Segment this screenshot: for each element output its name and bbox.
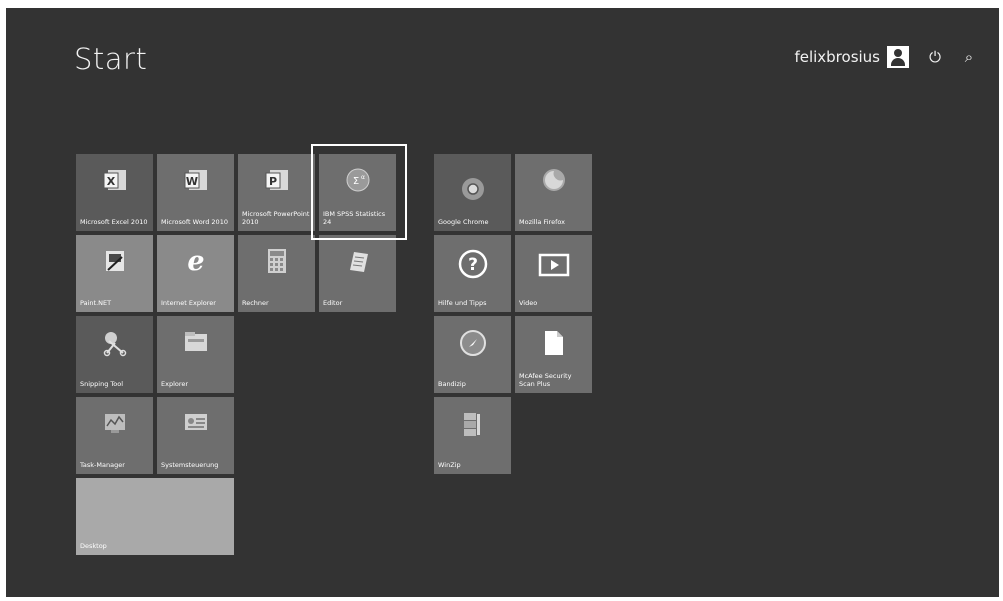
video-icon: [538, 253, 569, 277]
tile-label: Desktop: [80, 541, 107, 550]
tile-label: Microsoft Excel 2010: [80, 217, 148, 226]
mcafee-icon: [544, 331, 563, 355]
chrome-icon: [461, 178, 484, 200]
tile-label: Bandizip: [438, 379, 466, 388]
firefox-icon: [542, 169, 565, 191]
control-panel-icon: [184, 414, 207, 430]
excel-icon: X: [103, 170, 126, 190]
help-icon: ?: [458, 249, 487, 279]
tile-ie[interactable]: e Internet Explorer: [157, 235, 234, 312]
tile-video[interactable]: Video: [515, 235, 592, 312]
tile-firefox[interactable]: Mozilla Firefox: [515, 154, 592, 231]
tile-powerpoint[interactable]: P Microsoft PowerPoint 2010: [238, 154, 315, 231]
powerpoint-icon: P: [265, 170, 288, 190]
tile-label: Systemsteuerung: [161, 460, 219, 469]
tile-label: WinZip: [438, 460, 461, 469]
start-screen: Start felixbrosius ⏻ ⌕ X Microsoft Excel…: [6, 8, 999, 597]
bandizip-icon: [459, 330, 486, 356]
calculator-icon: [267, 249, 286, 273]
tile-explorer[interactable]: Explorer: [157, 316, 234, 393]
tile-label: Task-Manager: [80, 460, 125, 469]
tile-label: McAfee Security Scan Plus: [519, 372, 572, 388]
explorer-icon: [184, 332, 207, 351]
tile-help[interactable]: ? Hilfe und Tipps: [434, 235, 511, 312]
username[interactable]: felixbrosius: [794, 48, 880, 66]
tile-paint[interactable]: Paint.NET: [76, 235, 153, 312]
word-icon: W: [184, 170, 207, 190]
tile-label: Internet Explorer: [161, 298, 216, 307]
selection-highlight: [311, 144, 407, 240]
tile-editor[interactable]: Editor: [319, 235, 396, 312]
task-manager-icon: [104, 414, 125, 433]
svg-text:P: P: [268, 175, 276, 188]
tile-label: Microsoft PowerPoint 2010: [242, 210, 310, 226]
tile-label: Video: [519, 298, 538, 307]
tile-label: Snipping Tool: [80, 379, 124, 388]
svg-text:W: W: [185, 175, 197, 188]
svg-text:e: e: [187, 246, 204, 275]
page-title: Start: [74, 42, 148, 76]
tile-label: Paint.NET: [80, 298, 112, 307]
editor-icon: [349, 252, 368, 272]
tile-label: Explorer: [161, 379, 189, 388]
svg-text:X: X: [106, 175, 115, 188]
tile-label: Rechner: [242, 298, 269, 307]
tile-winzip[interactable]: WinZip: [434, 397, 511, 474]
svg-text:?: ?: [468, 255, 478, 275]
tile-label: Mozilla Firefox: [519, 217, 565, 226]
tile-snipping-tool[interactable]: Snipping Tool: [76, 316, 153, 393]
user-avatar-icon[interactable]: [887, 46, 909, 68]
snipping-icon: [103, 332, 126, 357]
tile-label: Hilfe und Tipps: [438, 298, 487, 307]
tile-label: Google Chrome: [438, 217, 489, 226]
search-icon[interactable]: ⌕: [961, 48, 977, 66]
tile-excel[interactable]: X Microsoft Excel 2010: [76, 154, 153, 231]
paint-icon: [105, 251, 124, 271]
tile-bandizip[interactable]: Bandizip: [434, 316, 511, 393]
power-icon[interactable]: ⏻: [927, 48, 943, 66]
tile-calculator[interactable]: Rechner: [238, 235, 315, 312]
user-bar: felixbrosius ⏻ ⌕: [794, 46, 977, 68]
tile-word[interactable]: W Microsoft Word 2010: [157, 154, 234, 231]
winzip-icon: [463, 413, 480, 436]
tile-label: Editor: [323, 298, 343, 307]
tile-chrome[interactable]: Google Chrome: [434, 154, 511, 231]
tile-control-panel[interactable]: Systemsteuerung: [157, 397, 234, 474]
tile-task-manager[interactable]: Task-Manager: [76, 397, 153, 474]
tile-label: Microsoft Word 2010: [161, 217, 228, 226]
tile-mcafee[interactable]: McAfee Security Scan Plus: [515, 316, 592, 393]
tile-desktop[interactable]: Desktop: [76, 478, 234, 555]
ie-icon: e: [187, 246, 204, 275]
